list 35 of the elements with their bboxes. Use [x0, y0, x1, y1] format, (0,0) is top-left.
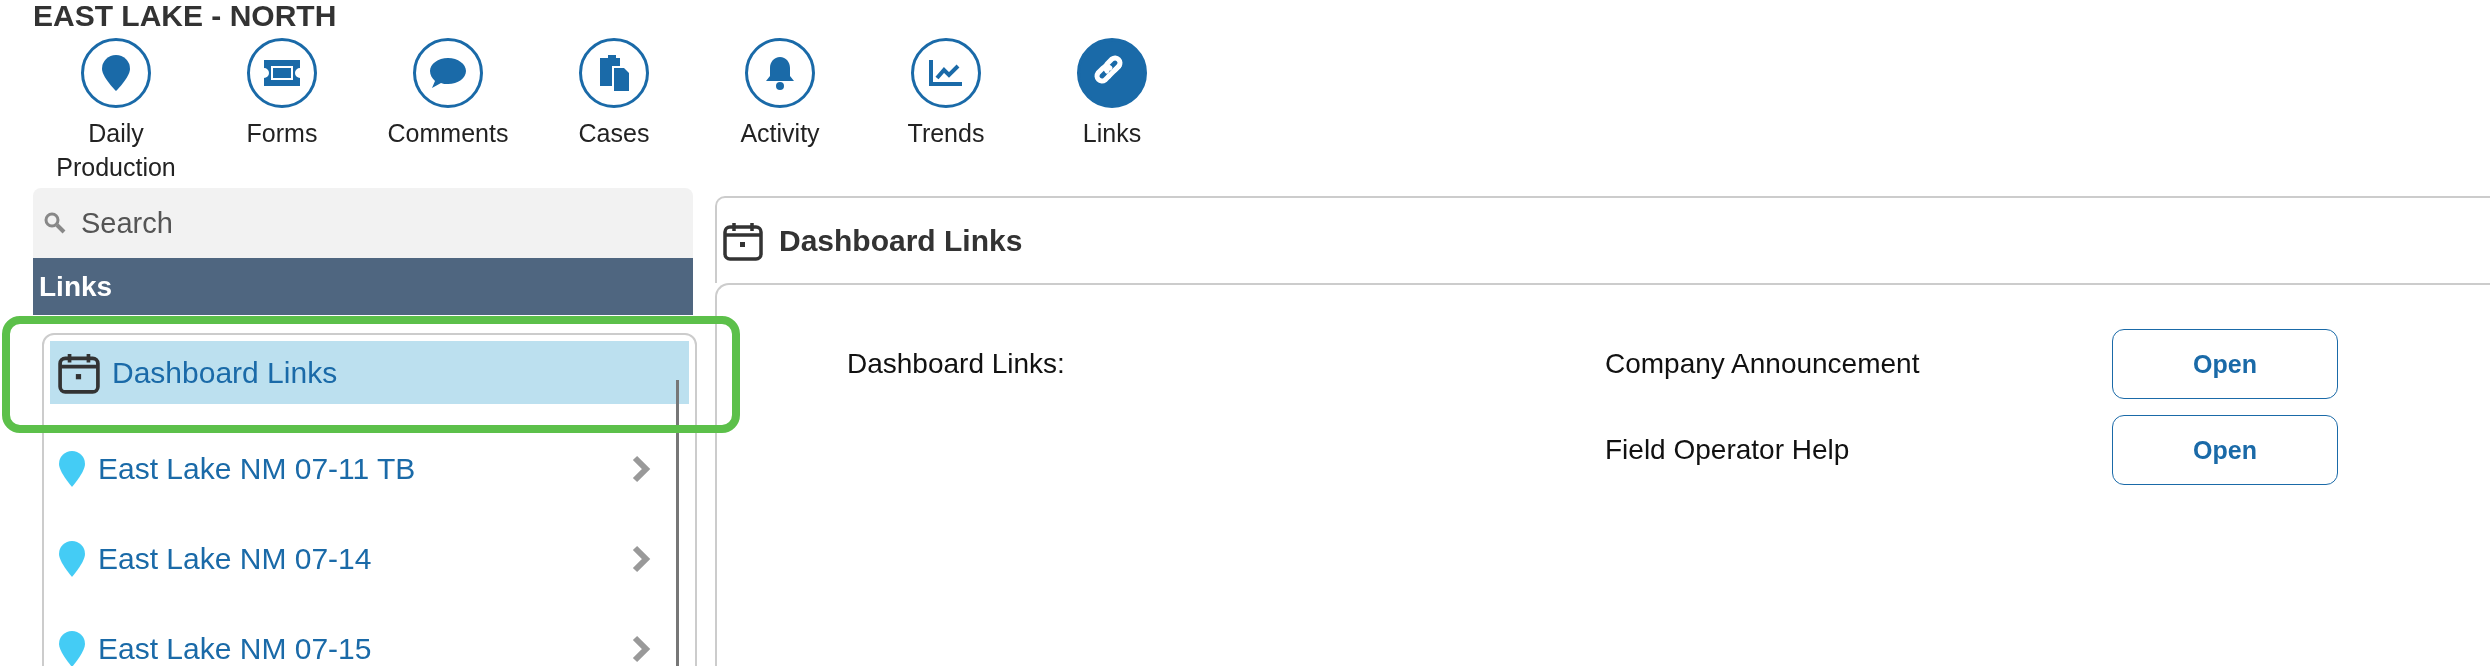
- panel-title: Dashboard Links: [779, 223, 1023, 258]
- pin-icon: [101, 54, 131, 92]
- nav-label[interactable]: Trends: [871, 116, 1021, 150]
- nav-label[interactable]: Daily Production: [41, 116, 191, 184]
- pin-icon: [58, 540, 86, 578]
- nav-label[interactable]: Comments: [373, 116, 523, 150]
- search-field[interactable]: Search: [33, 188, 693, 258]
- section-label: Dashboard Links:: [847, 348, 1066, 380]
- nav-label[interactable]: Cases: [539, 116, 689, 150]
- site-title: EAST LAKE - NORTH: [33, 0, 337, 32]
- line-chart-icon: [928, 58, 964, 88]
- bell-icon: [764, 55, 796, 91]
- list-item[interactable]: East Lake NM 07-11 TB: [50, 424, 689, 514]
- ticket-icon: [262, 58, 302, 88]
- speech-bubble-icon: [429, 56, 467, 90]
- search-icon: [43, 211, 67, 235]
- pin-icon: [58, 630, 86, 666]
- calendar-icon: [58, 351, 100, 394]
- link-name: Field Operator Help: [1605, 434, 1851, 466]
- open-button[interactable]: Open: [2112, 329, 2338, 399]
- chevron-right-icon: [631, 545, 651, 573]
- list-item[interactable]: East Lake NM 07-14: [50, 514, 689, 604]
- chevron-right-icon: [631, 635, 651, 663]
- documents-icon: [598, 54, 630, 92]
- nav-label[interactable]: Links: [1037, 116, 1187, 150]
- pin-icon: [58, 450, 86, 488]
- chevron-right-icon: [631, 455, 651, 483]
- list-item[interactable]: Dashboard Links: [50, 341, 689, 404]
- link-name: Company Announcement: [1605, 348, 1921, 380]
- nav-label[interactable]: Forms: [207, 116, 357, 150]
- nav-label[interactable]: Activity: [705, 116, 855, 150]
- sidebar-header: Links: [33, 258, 693, 315]
- open-button[interactable]: Open: [2112, 415, 2338, 485]
- calendar-icon: [723, 220, 763, 261]
- list-item[interactable]: East Lake NM 07-15: [50, 604, 689, 666]
